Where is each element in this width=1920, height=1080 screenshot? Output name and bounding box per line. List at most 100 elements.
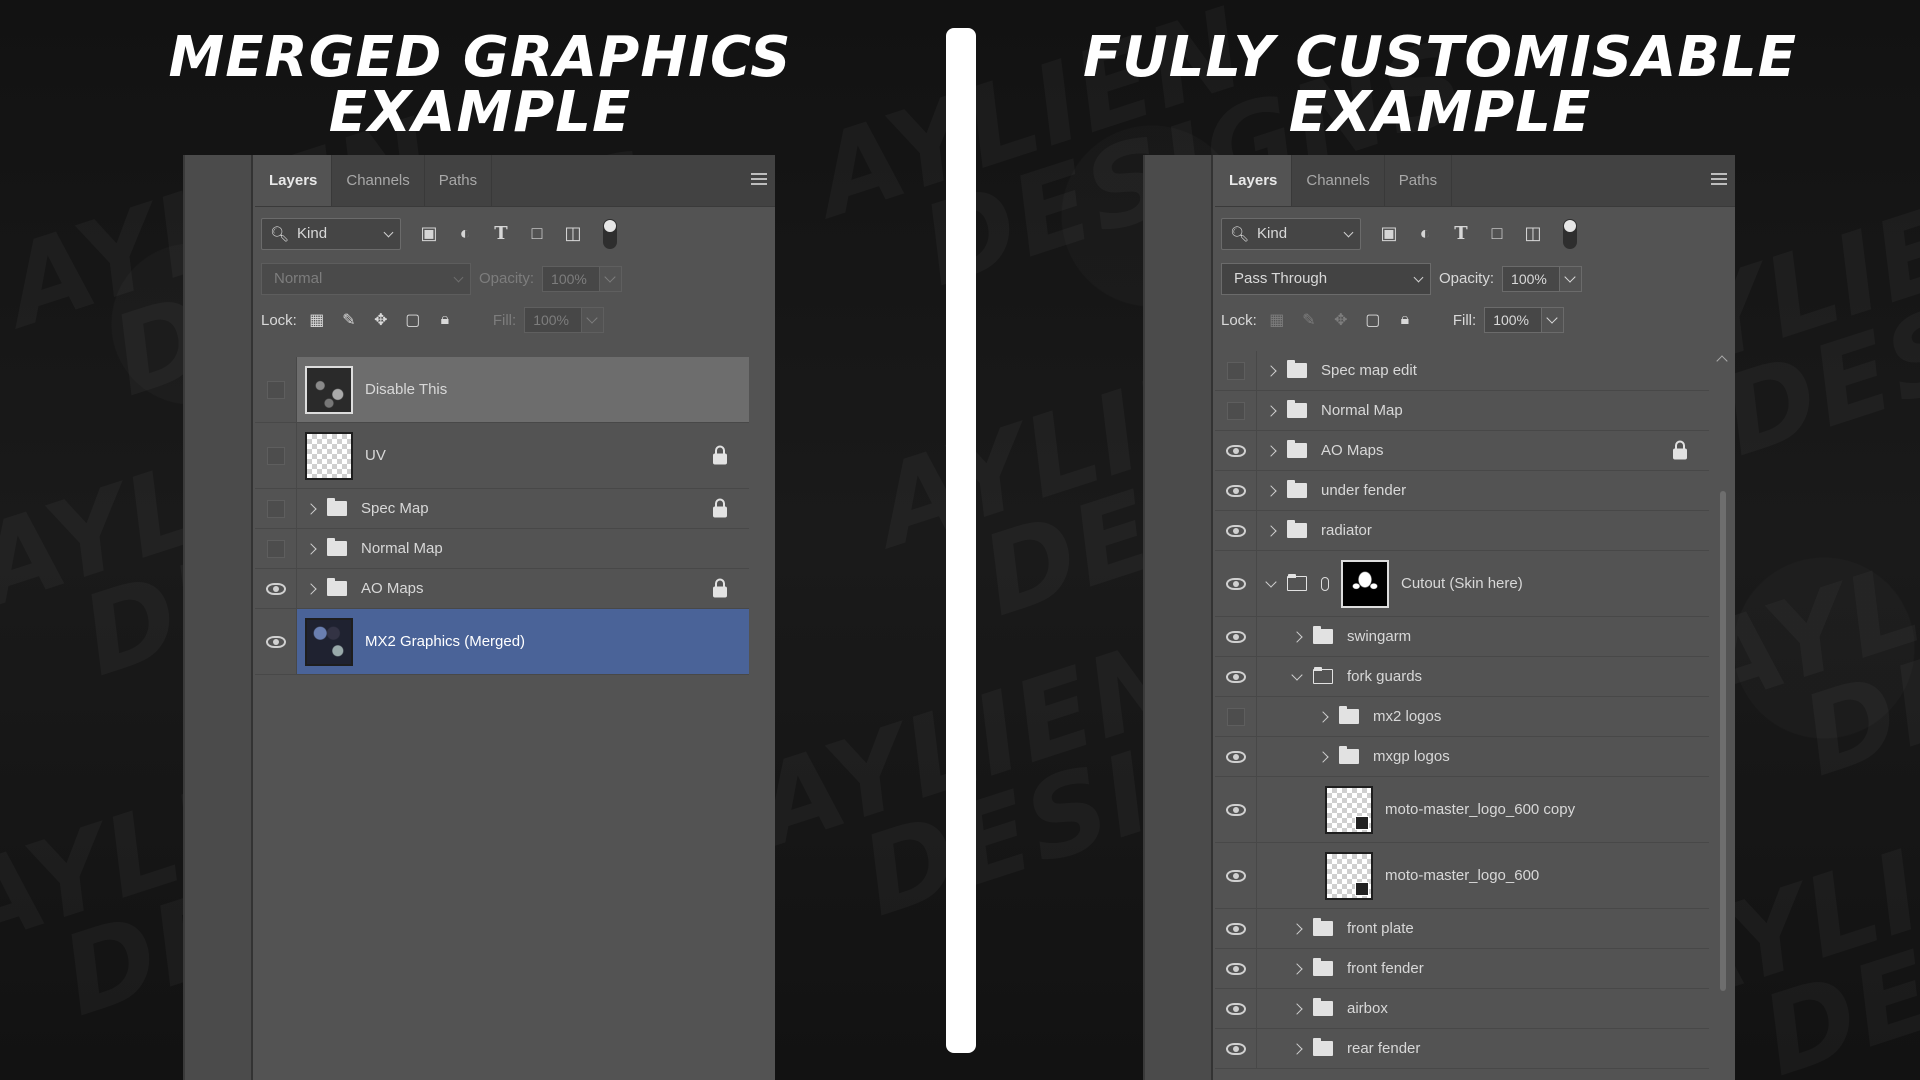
visibility-toggle[interactable] <box>1215 351 1257 390</box>
chevron-right-icon[interactable] <box>305 582 317 595</box>
visibility-toggle[interactable] <box>1215 737 1257 776</box>
chevron-down-icon[interactable] <box>1291 668 1303 681</box>
chevron-right-icon[interactable] <box>1317 750 1329 763</box>
visibility-toggle[interactable] <box>1215 657 1257 696</box>
visibility-toggle[interactable] <box>1215 949 1257 988</box>
adjustment-filter-icon[interactable]: ◐ <box>1415 223 1435 244</box>
chevron-right-icon[interactable] <box>1291 922 1303 935</box>
blend-mode-select[interactable]: Normal <box>261 262 471 295</box>
chevron-right-icon[interactable] <box>1265 524 1277 537</box>
visibility-toggle[interactable] <box>1215 431 1257 470</box>
visibility-toggle[interactable] <box>1215 989 1257 1028</box>
layer-row[interactable]: UV <box>255 423 749 489</box>
lock-transparent-icon[interactable]: ▦ <box>307 310 327 330</box>
layer-row[interactable]: Spec Map <box>255 489 749 529</box>
lock-artboard-icon[interactable]: ▢ <box>1363 310 1383 330</box>
chevron-right-icon[interactable] <box>1265 404 1277 417</box>
layers-scrollbar[interactable] <box>1713 351 1733 1080</box>
visibility-toggle[interactable] <box>1215 391 1257 430</box>
layer-row[interactable]: mxgp logos <box>1215 737 1709 777</box>
tab-layers[interactable]: Layers <box>255 155 333 206</box>
smart-object-filter-icon[interactable]: ◫ <box>563 223 583 244</box>
chevron-right-icon[interactable] <box>305 502 317 515</box>
layer-row[interactable]: front fender <box>1215 949 1709 989</box>
lock-brush-icon[interactable]: ✎ <box>339 310 359 330</box>
panel-menu-icon[interactable] <box>751 173 767 185</box>
opacity-field[interactable]: 100% <box>1502 265 1561 292</box>
visibility-toggle[interactable] <box>255 357 297 422</box>
lock-all-icon[interactable]: 🔒︎ <box>435 310 455 330</box>
layer-row[interactable]: Normal Map <box>1215 391 1709 431</box>
layer-row[interactable]: under fender <box>1215 471 1709 511</box>
layer-row[interactable]: Spec map edit <box>1215 351 1709 391</box>
chevron-right-icon[interactable] <box>1265 444 1277 457</box>
shape-filter-icon[interactable]: □ <box>527 223 547 244</box>
chevron-right-icon[interactable] <box>1317 710 1329 723</box>
lock-brush-icon[interactable]: ✎ <box>1299 310 1319 330</box>
lock-move-icon[interactable]: ✥ <box>371 310 391 330</box>
layer-row[interactable]: mx2 logos <box>1215 697 1709 737</box>
visibility-toggle[interactable] <box>1215 909 1257 948</box>
layer-row[interactable]: radiator <box>1215 511 1709 551</box>
fill-field[interactable]: 100% <box>1484 307 1543 333</box>
panel-menu-icon[interactable] <box>1711 173 1727 185</box>
lock-transparent-icon[interactable]: ▦ <box>1267 310 1287 330</box>
layer-row[interactable]: rear fender <box>1215 1029 1709 1069</box>
visibility-toggle[interactable] <box>1215 511 1257 550</box>
fill-dropdown[interactable] <box>1542 307 1565 333</box>
chevron-right-icon[interactable] <box>1291 630 1303 643</box>
chevron-right-icon[interactable] <box>1291 1002 1303 1015</box>
layer-row[interactable]: Disable This <box>255 357 749 423</box>
visibility-toggle[interactable] <box>255 609 297 674</box>
shape-filter-icon[interactable]: □ <box>1487 223 1507 244</box>
layer-row[interactable]: moto-master_logo_600 <box>1215 843 1709 909</box>
image-filter-icon[interactable]: ▣ <box>419 223 439 244</box>
layer-row[interactable]: front plate <box>1215 909 1709 949</box>
lock-all-icon[interactable]: 🔒︎ <box>1395 310 1415 330</box>
type-filter-icon[interactable]: T <box>491 223 511 244</box>
image-filter-icon[interactable]: ▣ <box>1379 223 1399 244</box>
visibility-toggle[interactable] <box>1215 551 1257 616</box>
layer-row[interactable]: AO Maps <box>255 569 749 609</box>
lock-move-icon[interactable]: ✥ <box>1331 310 1351 330</box>
layer-row[interactable]: AO Maps <box>1215 431 1709 471</box>
blend-mode-select[interactable]: Pass Through <box>1221 262 1431 295</box>
visibility-toggle[interactable] <box>1215 617 1257 656</box>
type-filter-icon[interactable]: T <box>1451 223 1471 244</box>
tab-paths[interactable]: Paths <box>425 155 493 206</box>
chevron-down-icon[interactable] <box>1265 575 1277 588</box>
chevron-right-icon[interactable] <box>1291 962 1303 975</box>
visibility-toggle[interactable] <box>1215 843 1257 908</box>
chevron-right-icon[interactable] <box>305 542 317 555</box>
fill-field[interactable]: 100% <box>524 307 583 333</box>
adjustment-filter-icon[interactable]: ◐ <box>455 223 475 244</box>
tab-channels[interactable]: Channels <box>332 155 425 206</box>
smart-object-filter-icon[interactable]: ◫ <box>1523 223 1543 244</box>
layer-row[interactable]: swingarm <box>1215 617 1709 657</box>
tab-paths[interactable]: Paths <box>1385 155 1453 206</box>
opacity-dropdown[interactable] <box>1560 265 1583 292</box>
layer-row[interactable]: MX2 Graphics (Merged) <box>255 609 749 675</box>
visibility-toggle[interactable] <box>255 489 297 528</box>
chevron-right-icon[interactable] <box>1265 364 1277 377</box>
visibility-toggle[interactable] <box>255 569 297 608</box>
layer-row[interactable]: moto-master_logo_600 copy <box>1215 777 1709 843</box>
layer-row[interactable]: Normal Map <box>255 529 749 569</box>
layer-row[interactable]: airbox <box>1215 989 1709 1029</box>
tab-channels[interactable]: Channels <box>1292 155 1385 206</box>
filter-kind-select[interactable]: 🔍︎ Kind <box>1221 217 1361 250</box>
tab-layers[interactable]: Layers <box>1215 155 1293 206</box>
scroll-up-icon[interactable] <box>1716 355 1728 367</box>
visibility-toggle[interactable] <box>255 529 297 568</box>
lock-artboard-icon[interactable]: ▢ <box>403 310 423 330</box>
fill-dropdown[interactable] <box>582 307 605 333</box>
visibility-toggle[interactable] <box>1215 1029 1257 1068</box>
visibility-toggle[interactable] <box>1215 777 1257 842</box>
chevron-right-icon[interactable] <box>1265 484 1277 497</box>
opacity-field[interactable]: 100% <box>542 265 601 292</box>
filter-toggle[interactable] <box>1563 218 1577 249</box>
filter-kind-select[interactable]: 🔍︎ Kind <box>261 217 401 250</box>
visibility-toggle[interactable] <box>1215 471 1257 510</box>
filter-toggle[interactable] <box>603 218 617 249</box>
chevron-right-icon[interactable] <box>1291 1042 1303 1055</box>
